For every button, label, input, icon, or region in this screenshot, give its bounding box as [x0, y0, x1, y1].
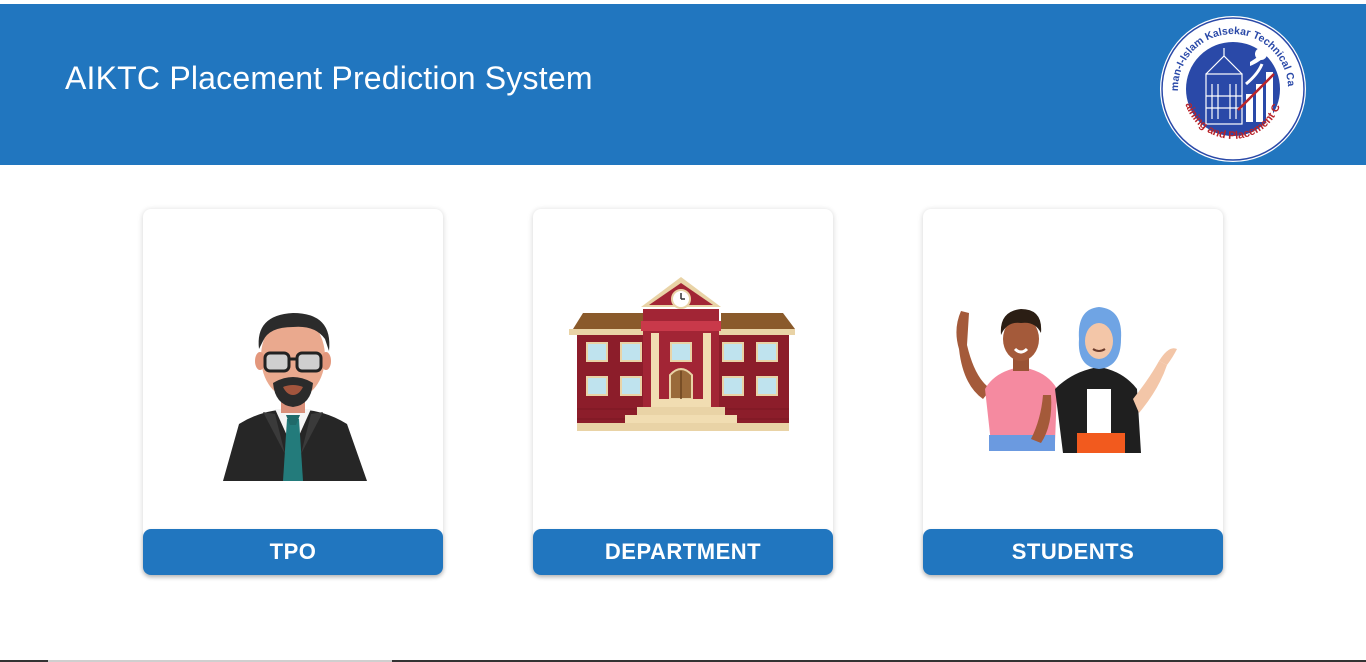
tpo-person-icon [143, 249, 443, 509]
card-students[interactable]: STUDENTS [923, 209, 1223, 575]
app-header: AIKTC Placement Prediction System man-I-… [0, 4, 1366, 165]
page-title: AIKTC Placement Prediction System [65, 60, 593, 96]
building-icon [533, 249, 833, 509]
logo-emblem-icon: Anjuman-I-Islam Kalsekar Technical Campu… [1153, 5, 1306, 162]
college-logo: Anjuman-I-Islam Kalsekar Technical Campu… [1153, 5, 1308, 164]
tpo-button[interactable]: TPO [143, 529, 443, 575]
students-icon [923, 249, 1223, 509]
card-tpo[interactable]: TPO [143, 209, 443, 575]
department-button[interactable]: DEPARTMENT [533, 529, 833, 575]
card-department[interactable]: DEPARTMENT [533, 209, 833, 575]
students-button[interactable]: STUDENTS [923, 529, 1223, 575]
